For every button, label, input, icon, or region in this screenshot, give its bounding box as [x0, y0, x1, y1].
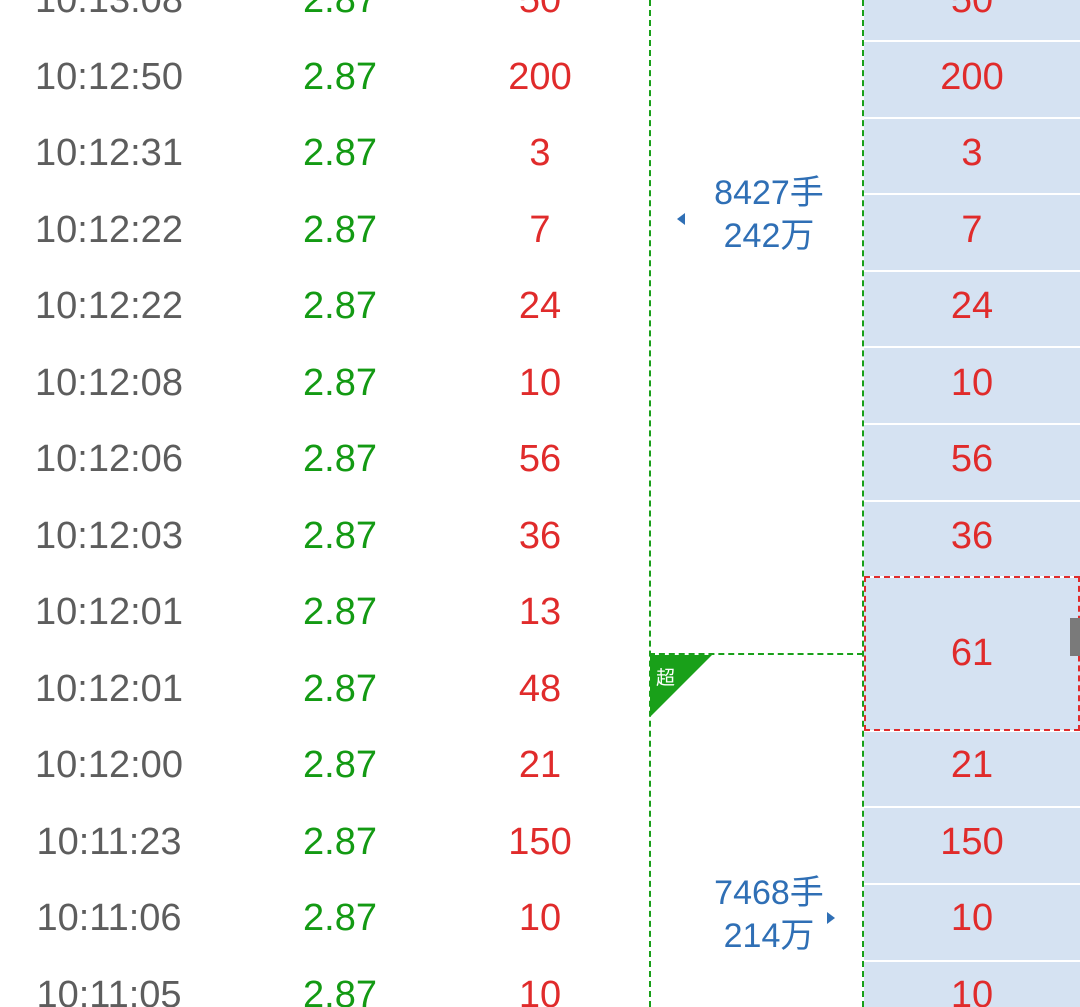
trade-row[interactable]: 10:12:22 2.87 7: [0, 192, 650, 269]
trade-price: 2.87: [303, 744, 377, 786]
trade-price: 2.87: [303, 285, 377, 327]
aggregated-volume-cell: 36: [950, 514, 994, 557]
trade-row[interactable]: 10:12:08 2.87 10: [0, 345, 650, 422]
trade-volume: 10: [518, 973, 562, 1007]
trade-time: 10:12:01: [35, 591, 183, 633]
trade-time: 10:12:03: [35, 514, 183, 557]
trade-time: 10:12:00: [35, 744, 183, 786]
trade-row[interactable]: 10:12:01 2.87 13: [0, 574, 650, 651]
tick-trade-detail: 10:13:08 2.87 50 10:12:50 2.87 200 10:12:31 2.8…: [0, 0, 1080, 1007]
merged-volume-value: 61: [950, 632, 994, 674]
aggregated-volume-cell: 7: [961, 208, 983, 251]
aggregated-volume-cell: 21: [950, 744, 994, 786]
trade-time: 10:12:31: [35, 132, 183, 174]
trade-time: 10:11:23: [36, 820, 182, 863]
trade-volume: 3: [529, 132, 551, 174]
trade-price: 2.87: [303, 208, 377, 251]
aggregated-volume-cell: 3: [961, 132, 983, 174]
trade-price: 2.87: [303, 973, 377, 1007]
trade-volume: 10: [518, 897, 562, 939]
trade-time: 10:12:06: [35, 438, 183, 480]
trade-row[interactable]: 10:12:50 2.87 200: [0, 39, 650, 116]
super-tag-label: 超: [656, 667, 676, 689]
trade-price: 2.87: [303, 0, 377, 21]
upper-group-amount: 242万: [723, 217, 815, 255]
trade-row[interactable]: 10:11:23 2.87 150: [0, 804, 650, 881]
trade-price: 2.87: [303, 514, 377, 557]
arrow-right-icon: [827, 912, 835, 924]
lower-group-amount: 214万: [723, 917, 815, 955]
scroll-handle[interactable]: [1070, 618, 1080, 656]
aggregated-volume-cell: 10: [950, 361, 994, 404]
trade-volume: 24: [518, 285, 562, 327]
trade-volume: 56: [518, 438, 562, 480]
trade-row[interactable]: 10:11:06 2.87 10: [0, 880, 650, 957]
trade-row[interactable]: 10:12:06 2.87 56: [0, 421, 650, 498]
trade-price: 2.87: [303, 438, 377, 480]
trade-time: 10:12:22: [35, 208, 183, 251]
trade-time: 10:13:08: [35, 0, 183, 21]
trade-row[interactable]: 10:13:08 2.87 50: [0, 0, 650, 39]
super-large-order-tag: 超: [650, 655, 712, 717]
trade-price: 2.87: [303, 591, 377, 633]
trade-time: 10:12:01: [35, 667, 183, 710]
trade-price: 2.87: [303, 132, 377, 174]
trade-time: 10:11:06: [36, 897, 182, 939]
trade-volume: 200: [508, 55, 572, 98]
aggregated-volume-cell: 150: [940, 820, 1004, 863]
trade-volume: 48: [518, 667, 562, 710]
trade-volume: 50: [518, 0, 562, 21]
lower-group-lots: 7468手: [714, 874, 824, 912]
aggregated-volume-column[interactable]: 50 200 3 7 24 10 56 36 21 150 10 10 61: [864, 0, 1080, 1007]
trade-price: 2.87: [303, 667, 377, 710]
trade-time: 10:12:22: [35, 285, 183, 327]
aggregated-volume-cell: 24: [950, 285, 994, 327]
trade-volume: 36: [518, 514, 562, 557]
trade-volume: 7: [529, 208, 551, 251]
upper-group-lots: 8427手: [714, 174, 824, 212]
trade-row[interactable]: 10:11:05 2.87 10: [0, 957, 650, 1007]
trade-volume: 10: [518, 361, 562, 404]
large-order-group-panel: 8427手 242万 超 7468手 214万: [649, 0, 864, 1007]
trade-time: 10:11:05: [36, 973, 182, 1007]
upper-group-summary[interactable]: 8427手 242万: [689, 172, 849, 258]
group-divider-left: [649, 0, 651, 1007]
merged-volume-highlight[interactable]: 61: [864, 576, 1080, 731]
arrow-left-icon: [677, 213, 685, 225]
trade-row[interactable]: 10:12:22 2.87 24: [0, 268, 650, 345]
aggregated-volume-cell: 56: [950, 438, 994, 480]
lower-group-summary[interactable]: 7468手 214万: [689, 872, 849, 958]
aggregated-volume-cell: 50: [950, 0, 994, 21]
trade-volume: 150: [508, 820, 572, 863]
trade-volume: 21: [518, 744, 562, 786]
aggregated-volume-cell: 10: [950, 973, 994, 1007]
trade-row[interactable]: 10:12:00 2.87 21: [0, 727, 650, 804]
trade-row[interactable]: 10:12:01 2.87 48: [0, 651, 650, 728]
trade-row[interactable]: 10:12:31 2.87 3: [0, 115, 650, 192]
trade-price: 2.87: [303, 55, 377, 98]
trade-price: 2.87: [303, 361, 377, 404]
trade-volume: 13: [518, 591, 562, 633]
trade-row[interactable]: 10:12:03 2.87 36: [0, 498, 650, 575]
trade-time: 10:12:50: [35, 55, 183, 98]
trade-price: 2.87: [303, 897, 377, 939]
trade-time: 10:12:08: [35, 361, 183, 404]
aggregated-volume-cell: 200: [940, 55, 1004, 98]
trade-price: 2.87: [303, 820, 377, 863]
aggregated-volume-cell: 10: [950, 897, 994, 939]
